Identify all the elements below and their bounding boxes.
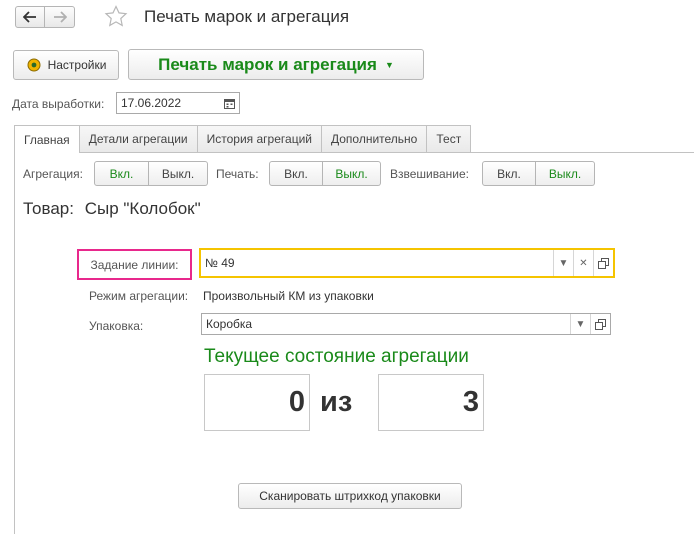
package-field[interactable]: Коробка ▼: [201, 313, 611, 335]
aggregation-mode-value: Произвольный КМ из упаковки: [203, 289, 374, 303]
forward-button[interactable]: [45, 6, 75, 28]
open-window-icon[interactable]: [590, 314, 610, 334]
aggregation-mode-label: Режим агрегации:: [89, 289, 189, 303]
arrow-left-icon: [23, 11, 36, 23]
scan-package-barcode-button[interactable]: Сканировать штрихкод упаковки: [238, 483, 462, 509]
package-value: Коробка: [206, 317, 253, 331]
tab-test[interactable]: Тест: [426, 125, 472, 152]
line-task-value: № 49: [205, 256, 235, 270]
gear-icon: [27, 58, 41, 72]
product-heading: Товар: Сыр "Колобок": [23, 199, 201, 219]
favorite-star-button[interactable]: [104, 5, 128, 30]
product-value: Сыр "Колобок": [84, 199, 201, 218]
chevron-down-icon[interactable]: ▼: [570, 314, 590, 334]
line-task-field[interactable]: № 49 ▼ ✕: [199, 248, 615, 278]
print-on-button[interactable]: Вкл.: [269, 161, 323, 186]
print-toggle-label: Печать:: [216, 167, 259, 181]
aggregation-on-button[interactable]: Вкл.: [94, 161, 149, 186]
production-date-field[interactable]: 17.06.2022: [116, 92, 240, 114]
tab-bar: Главная Детали агрегации История агрегац…: [14, 125, 472, 153]
aggregation-off-button[interactable]: Выкл.: [149, 161, 208, 186]
settings-button[interactable]: Настройки: [13, 50, 119, 80]
production-date-label: Дата выработки:: [12, 97, 105, 111]
chevron-down-icon[interactable]: ▼: [553, 250, 573, 276]
open-window-icon[interactable]: [593, 250, 613, 276]
of-separator: из: [320, 386, 353, 418]
print-toggle: Вкл. Выкл.: [269, 161, 381, 186]
weighing-toggle: Вкл. Выкл.: [482, 161, 595, 186]
product-label: Товар:: [23, 199, 74, 218]
tab-panel-top-border: [14, 152, 694, 153]
aggregation-toggle: Вкл. Выкл.: [94, 161, 208, 186]
weighing-toggle-label: Взвешивание:: [390, 167, 470, 181]
window-title: Печать марок и агрегация: [144, 7, 350, 26]
tab-aggregation-details[interactable]: Детали агрегации: [78, 125, 198, 152]
total-count: 3: [378, 374, 484, 431]
chevron-down-icon: ▼: [384, 59, 394, 70]
calendar-icon[interactable]: [219, 93, 239, 113]
tab-panel-left-border: [14, 152, 15, 534]
current-count: 0: [204, 374, 310, 431]
weighing-on-button[interactable]: Вкл.: [482, 161, 536, 186]
package-label: Упаковка:: [89, 319, 144, 333]
arrow-right-icon: [53, 11, 67, 23]
line-task-label: Задание линии:: [77, 249, 192, 280]
print-off-button[interactable]: Выкл.: [323, 161, 381, 186]
weighing-off-button[interactable]: Выкл.: [536, 161, 595, 186]
main-command-label: Печать марок и агрегация: [158, 54, 377, 74]
aggregation-toggle-label: Агрегация:: [23, 167, 83, 181]
back-button[interactable]: [15, 6, 45, 28]
production-date-value: 17.06.2022: [121, 96, 182, 110]
tab-aggregation-history[interactable]: История агрегаций: [196, 125, 322, 152]
close-icon[interactable]: ✕: [573, 250, 593, 276]
tab-additional[interactable]: Дополнительно: [320, 125, 428, 152]
tab-main[interactable]: Главная: [14, 125, 80, 153]
settings-button-label: Настройки: [47, 58, 107, 72]
print-aggregation-command-button[interactable]: Печать марок и агрегация ▼: [128, 49, 424, 80]
aggregation-state-title: Текущее состояние агрегации: [204, 346, 469, 367]
star-icon: [104, 5, 128, 27]
